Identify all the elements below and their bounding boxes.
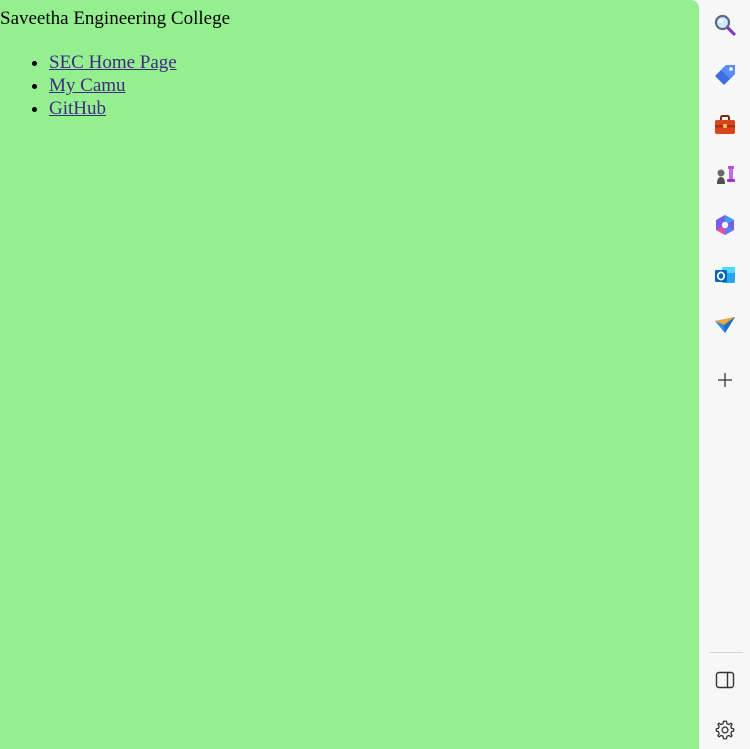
list-item: My Camu (49, 74, 177, 97)
link-github[interactable]: GitHub (49, 98, 106, 119)
toolbox-icon[interactable] (712, 112, 738, 138)
list-item: SEC Home Page (49, 51, 177, 74)
games-icon[interactable] (712, 162, 738, 188)
sidebar-divider (709, 652, 743, 653)
browser-sidebar (699, 0, 750, 749)
link-sec-home-page[interactable]: SEC Home Page (49, 52, 177, 73)
settings-gear-icon[interactable] (712, 717, 738, 743)
hide-sidebar-icon[interactable] (712, 667, 738, 693)
link-my-camu[interactable]: My Camu (49, 75, 126, 96)
outlook-icon[interactable] (712, 262, 738, 288)
page-title: Saveetha Engineering College (0, 8, 231, 29)
web-page-content: Saveetha Engineering College SEC Home Pa… (0, 0, 699, 749)
add-icon[interactable] (712, 367, 738, 393)
search-icon[interactable] (712, 12, 738, 38)
copilot-icon[interactable] (712, 212, 738, 238)
list-item: GitHub (49, 97, 177, 120)
send-drop-icon[interactable] (712, 312, 738, 338)
link-list: SEC Home Page My Camu GitHub (0, 51, 177, 120)
shopping-tag-icon[interactable] (712, 62, 738, 88)
